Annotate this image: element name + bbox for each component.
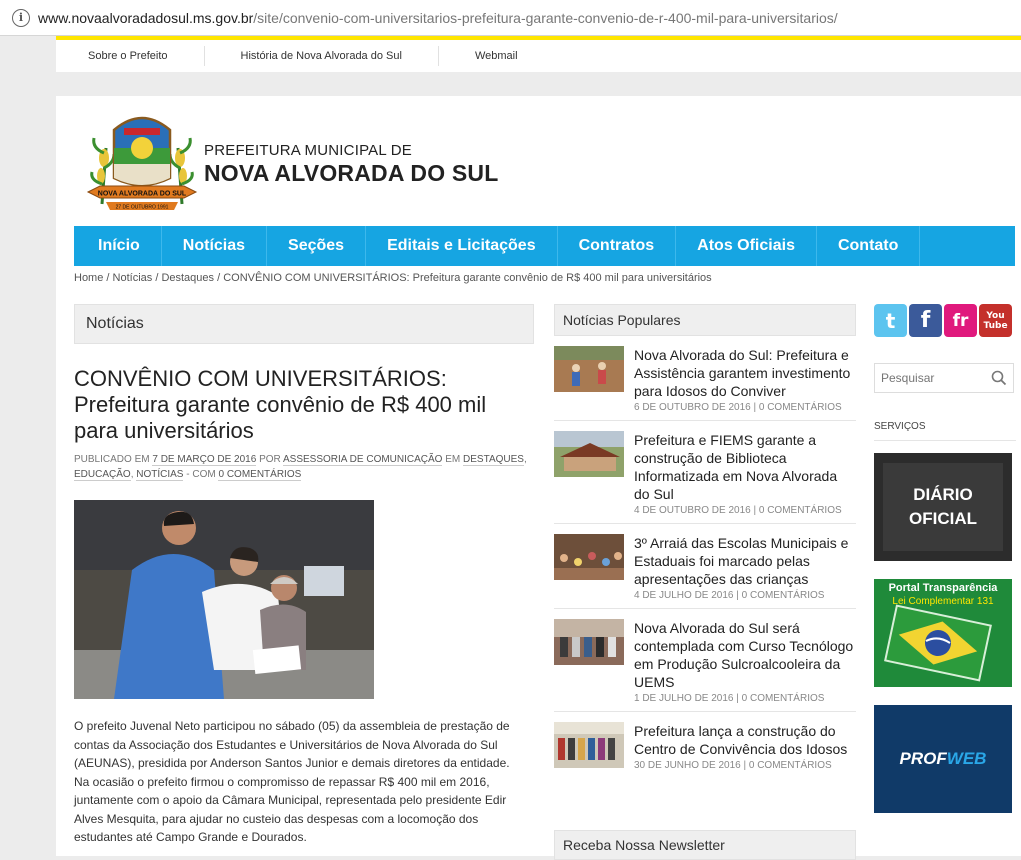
- twitter-icon[interactable]: t: [874, 304, 907, 337]
- brazil-flag-icon: [884, 604, 992, 682]
- popular-item-date: 4 de julho de 2016 | 0 Comentários: [634, 590, 825, 601]
- nav-atos-oficiais[interactable]: Atos Oficiais: [676, 226, 817, 266]
- main-nav: Início Notícias Seções Editais e Licitaç…: [74, 226, 1015, 266]
- breadcrumb-destaques[interactable]: Destaques: [161, 272, 214, 284]
- popular-thumb[interactable]: [554, 722, 624, 768]
- facebook-icon[interactable]: f: [909, 304, 942, 337]
- post-title: CONVÊNIO COM UNIVERSITÁRIOS: Prefeitura …: [74, 366, 487, 443]
- search-icon[interactable]: [991, 370, 1007, 386]
- web-label: WEB: [946, 749, 987, 768]
- newsletter-title: Receba Nossa Newsletter: [554, 830, 856, 860]
- nav-editais[interactable]: Editais e Licitações: [366, 226, 558, 266]
- browser-address-bar[interactable]: i www.novaalvoradadosul.ms.gov.br/site/c…: [0, 0, 1021, 36]
- popular-thumb[interactable]: [554, 534, 624, 580]
- popular-item-title[interactable]: Nova Alvorada do Sul: Prefeitura e Assis…: [634, 346, 856, 400]
- meta-by: por: [256, 454, 283, 465]
- meta-author[interactable]: Assessoria de Comunicação: [282, 454, 443, 466]
- breadcrumb: Home / Notícias / Destaques / CONVÊNIO C…: [74, 272, 712, 284]
- prof-label: PROF: [899, 749, 947, 768]
- list-item[interactable]: 3º Arraiá das Escolas Municipais e Estad…: [554, 524, 856, 609]
- info-icon[interactable]: i: [12, 8, 30, 27]
- nav-secoes[interactable]: Seções: [267, 226, 367, 266]
- diario-oficial-banner[interactable]: DIÁRIO OFICIAL: [874, 453, 1012, 561]
- url-path: /site/convenio-com-universitarios-prefei…: [253, 9, 838, 26]
- main-content: Notícias CONVÊNIO COM UNIVERSITÁRIOS: Pr…: [74, 304, 534, 847]
- popular-item-title[interactable]: Nova Alvorada do Sul será contemplada co…: [634, 619, 856, 691]
- logo-banner-text: NOVA ALVORADA DO SUL: [98, 191, 187, 198]
- header-title-big[interactable]: NOVA ALVORADA DO SUL: [204, 160, 498, 187]
- page-container: NOVA ALVORADA DO SUL 27 DE OUTUBRO 1991 …: [56, 96, 1021, 860]
- breadcrumb-sep: /: [103, 272, 113, 284]
- logo-date-text: 27 DE OUTUBRO 1991: [116, 205, 169, 211]
- popular-item-date: 4 de outubro de 2016 | 0 Comentários: [634, 505, 842, 516]
- portal-transparencia-banner[interactable]: Portal Transparência Lei Complementar 13…: [874, 579, 1012, 687]
- profweb-banner[interactable]: PROFWEB: [874, 705, 1012, 813]
- breadcrumb-home[interactable]: Home: [74, 272, 103, 284]
- top-link-sobre-prefeito[interactable]: Sobre o Prefeito: [56, 46, 205, 66]
- youtube-icon[interactable]: You Tube: [979, 304, 1012, 337]
- servicos-heading: Serviços: [874, 421, 1016, 441]
- breadcrumb-sep: /: [214, 272, 224, 284]
- city-coat-of-arms-logo[interactable]: NOVA ALVORADA DO SUL 27 DE OUTUBRO 1991: [84, 108, 200, 216]
- top-links-bar: Sobre o Prefeito História de Nova Alvora…: [56, 36, 1021, 72]
- list-item[interactable]: Prefeitura lança a construção do Centro …: [554, 712, 856, 778]
- list-item[interactable]: Prefeitura e FIEMS garante a construção …: [554, 421, 856, 524]
- nav-inicio[interactable]: Início: [74, 226, 162, 266]
- meta-comments[interactable]: 0 Comentários: [218, 469, 302, 481]
- meta-prefix: Publicado em: [74, 454, 153, 465]
- popular-thumb[interactable]: [554, 346, 624, 392]
- header-title-small: PREFEITURA MUNICIPAL DE: [204, 142, 412, 159]
- post-body: O prefeito Juvenal Neto participou no sá…: [74, 719, 510, 844]
- popular-item-date: 1 de julho de 2016 | 0 Comentários: [634, 693, 825, 704]
- meta-category-noticias[interactable]: Notícias: [136, 469, 184, 481]
- social-links: t f fr You Tube: [874, 304, 1016, 337]
- meta-date[interactable]: 7 de março de 2016: [152, 454, 257, 466]
- nav-contratos[interactable]: Contratos: [558, 226, 677, 266]
- youtube-label-2: Tube: [983, 320, 1008, 331]
- youtube-label-1: You: [986, 310, 1005, 321]
- meta-category-destaques[interactable]: Destaques: [463, 454, 524, 466]
- popular-item-title[interactable]: Prefeitura lança a construção do Centro …: [634, 722, 856, 758]
- popular-item-title[interactable]: 3º Arraiá das Escolas Municipais e Estad…: [634, 534, 856, 588]
- popular-thumb[interactable]: [554, 431, 624, 477]
- meta-in: em: [442, 454, 464, 465]
- section-title: Notícias: [74, 304, 534, 344]
- popular-news-title: Notícias Populares: [554, 304, 856, 336]
- nav-noticias[interactable]: Notícias: [162, 226, 268, 266]
- nav-contato[interactable]: Contato: [817, 226, 921, 266]
- popular-item-title[interactable]: Prefeitura e FIEMS garante a construção …: [634, 431, 856, 503]
- diario-label-2: OFICIAL: [909, 509, 977, 528]
- post-photo[interactable]: [74, 500, 374, 699]
- friendfeed-icon[interactable]: fr: [944, 304, 977, 337]
- popular-item-date: 6 de outubro de 2016 | 0 Comentários: [634, 402, 842, 413]
- post-meta: Publicado em 7 de março de 2016 por Asse…: [74, 454, 527, 481]
- popular-news: Notícias Populares Nova Alvorada do Sul:…: [554, 304, 856, 778]
- popular-item-date: 30 de junho de 2016 | 0 Comentários: [634, 760, 832, 771]
- right-sidebar: t f fr YouTube Serviços DIÁRIO OFICIAL P…: [874, 304, 1016, 813]
- breadcrumb-current: CONVÊNIO COM UNIVERSITÁRIOS: Prefeitura …: [223, 272, 712, 284]
- top-link-historia[interactable]: História de Nova Alvorada do Sul: [205, 46, 439, 66]
- meta-com: - com: [183, 469, 219, 480]
- popular-thumb[interactable]: [554, 619, 624, 665]
- breadcrumb-noticias[interactable]: Notícias: [113, 272, 153, 284]
- top-link-webmail[interactable]: Webmail: [439, 46, 554, 66]
- search-box[interactable]: [874, 363, 1014, 393]
- diario-label-1: DIÁRIO: [913, 485, 973, 504]
- list-item[interactable]: Nova Alvorada do Sul será contemplada co…: [554, 609, 856, 712]
- list-item[interactable]: Nova Alvorada do Sul: Prefeitura e Assis…: [554, 336, 856, 421]
- url-text[interactable]: www.novaalvoradadosul.ms.gov.br/site/con…: [38, 10, 838, 26]
- search-input[interactable]: [881, 371, 981, 385]
- meta-category-educacao[interactable]: Educação: [74, 469, 131, 481]
- url-host: www.novaalvoradadosul.ms.gov.br: [38, 9, 254, 26]
